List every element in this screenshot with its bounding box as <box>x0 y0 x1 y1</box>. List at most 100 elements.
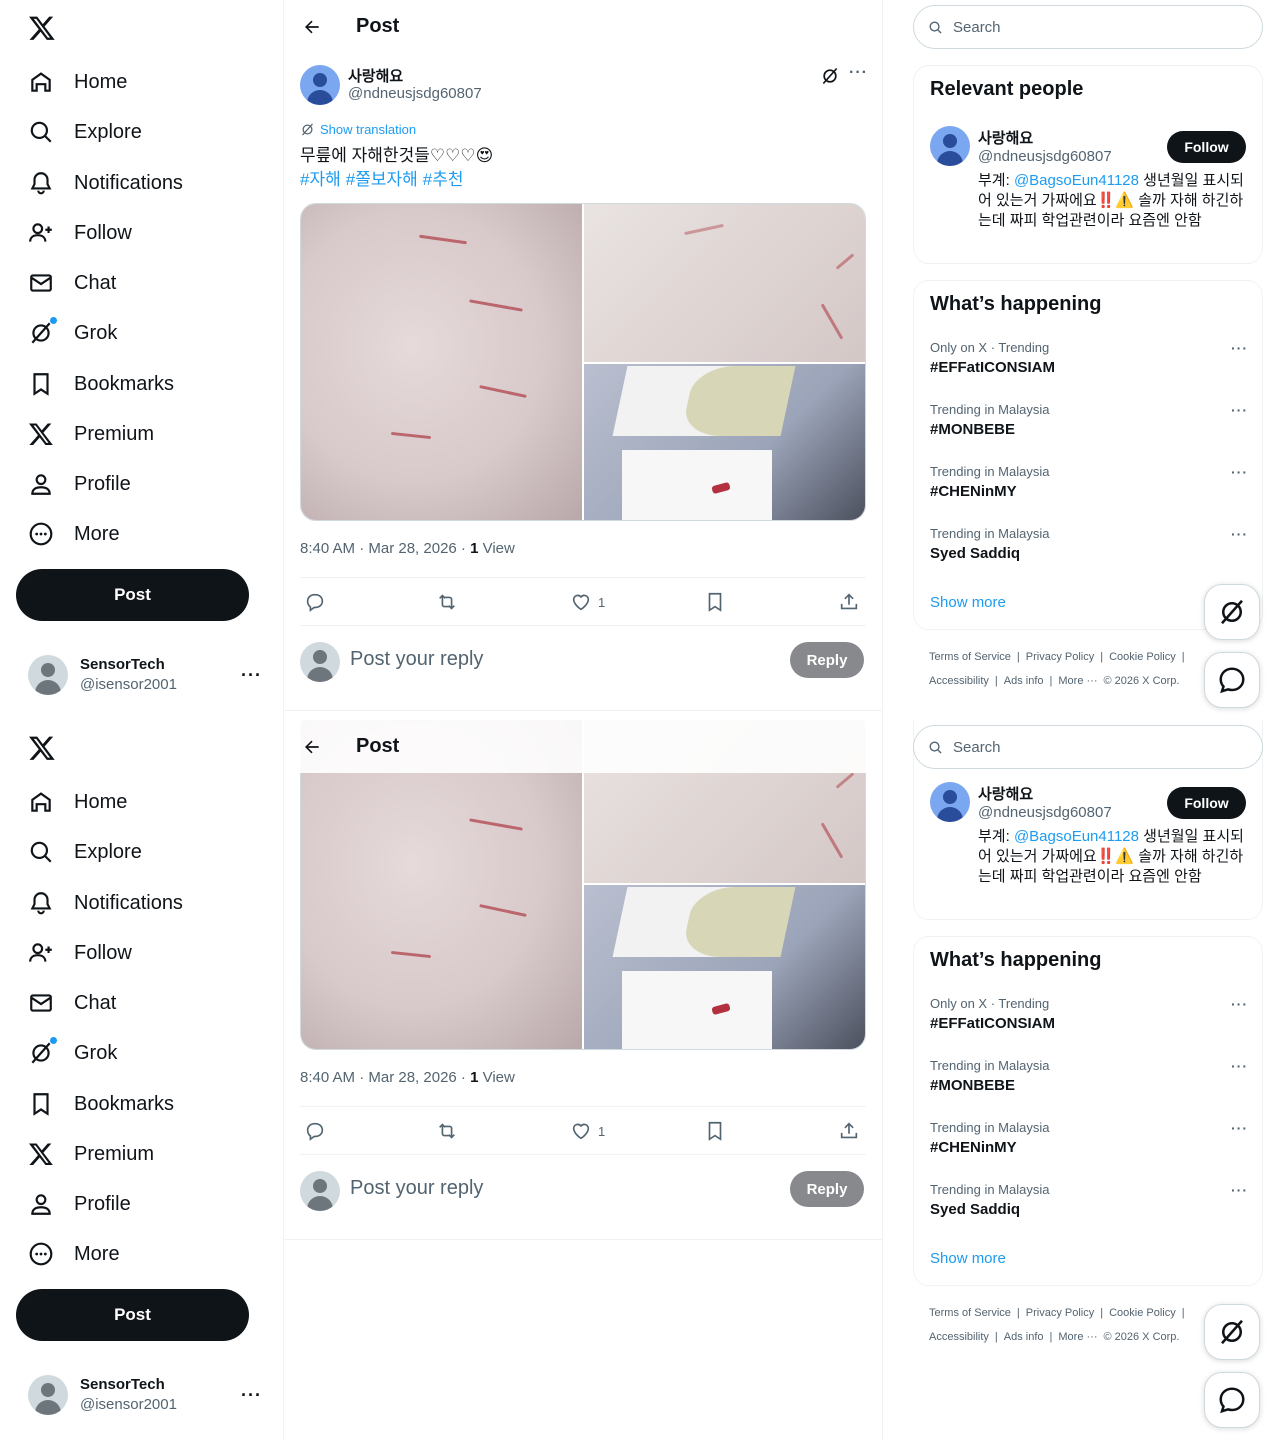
trend-item[interactable]: Trending in Malaysia #MONBEBE ··· <box>930 1058 1248 1108</box>
search-input[interactable]: Search <box>913 5 1263 49</box>
footer-link[interactable]: Accessibility <box>929 1331 989 1343</box>
hashtag-link[interactable]: #쫄보자해 <box>346 170 418 189</box>
nav-premium[interactable]: Premium <box>16 410 166 458</box>
compose-post-button[interactable]: Post <box>16 1289 249 1341</box>
trend-item[interactable]: Trending in Malaysia #MONBEBE ··· <box>930 402 1248 452</box>
more-dots-icon[interactable]: ··· <box>241 665 262 686</box>
nav-notifications[interactable]: Notifications <box>16 879 195 927</box>
reply-button[interactable]: Reply <box>790 642 864 678</box>
reply-action[interactable] <box>304 1119 326 1143</box>
nav-profile[interactable]: Profile <box>16 1180 143 1228</box>
person-name[interactable]: 사랑해요 <box>978 127 1033 148</box>
footer-link[interactable]: More ··· <box>1058 675 1097 687</box>
more-dots-icon[interactable]: ··· <box>1231 526 1248 542</box>
messages-fab[interactable] <box>1204 652 1260 708</box>
hashtag-link[interactable]: #자해 <box>300 170 341 189</box>
show-more-link[interactable]: Show more <box>930 594 1006 611</box>
author-handle[interactable]: @ndneusjsdg60807 <box>348 85 482 102</box>
media-photo[interactable] <box>584 885 865 1049</box>
grok-fab[interactable] <box>1204 584 1260 640</box>
person-handle[interactable]: @ndneusjsdg60807 <box>978 804 1112 821</box>
nav-explore[interactable]: Explore <box>16 108 154 156</box>
search-input[interactable]: Search <box>913 725 1263 769</box>
footer-link[interactable]: Cookie Policy <box>1109 651 1176 663</box>
post-more-icon[interactable]: ··· <box>849 64 868 82</box>
media-photo[interactable] <box>301 204 582 520</box>
person-handle[interactable]: @ndneusjsdg60807 <box>978 148 1112 165</box>
repost-action[interactable] <box>436 590 458 614</box>
footer-link[interactable]: Ads info <box>1004 675 1044 687</box>
share-action[interactable] <box>838 590 860 614</box>
media-photo[interactable] <box>584 204 865 362</box>
more-dots-icon[interactable]: ··· <box>1231 1120 1248 1136</box>
account-switcher[interactable]: SensorTech @isensor2001 ··· <box>16 645 276 705</box>
reply-input[interactable]: Post your reply <box>350 1177 483 1200</box>
back-arrow-icon[interactable] <box>294 9 330 45</box>
footer-link[interactable]: More ··· <box>1058 1331 1097 1343</box>
footer-link[interactable]: Terms of Service <box>929 651 1011 663</box>
more-dots-icon[interactable]: ··· <box>1231 1182 1248 1198</box>
media-photo[interactable] <box>584 364 865 520</box>
show-translation-link[interactable]: Show translation <box>300 122 416 137</box>
mention-link[interactable]: @BagsoEun41128 <box>1014 828 1139 845</box>
like-action[interactable]: 1 <box>570 1119 605 1143</box>
trend-item[interactable]: Trending in Malaysia #CHENinMY ··· <box>930 1120 1248 1170</box>
author-avatar[interactable] <box>930 126 970 166</box>
more-dots-icon[interactable]: ··· <box>241 1385 262 1406</box>
bookmark-action[interactable] <box>704 1119 726 1143</box>
share-action[interactable] <box>838 1119 860 1143</box>
follow-button[interactable]: Follow <box>1167 131 1246 163</box>
bookmark-action[interactable] <box>704 590 726 614</box>
more-dots-icon[interactable]: ··· <box>1231 402 1248 418</box>
author-name[interactable]: 사랑해요 <box>348 65 403 86</box>
account-switcher[interactable]: SensorTech @isensor2001 ··· <box>16 1365 276 1425</box>
author-avatar[interactable] <box>300 65 340 105</box>
nav-more[interactable]: More <box>16 510 132 558</box>
trend-item[interactable]: Trending in Malaysia Syed Saddiq ··· <box>930 1182 1248 1232</box>
person-name[interactable]: 사랑해요 <box>978 783 1033 804</box>
reply-button[interactable]: Reply <box>790 1171 864 1207</box>
trend-item[interactable]: Only on X · Trending #EFFatICONSIAM ··· <box>930 340 1248 390</box>
repost-action[interactable] <box>436 1119 458 1143</box>
trend-item[interactable]: Trending in Malaysia Syed Saddiq ··· <box>930 526 1248 576</box>
footer-link[interactable]: Terms of Service <box>929 1307 1011 1319</box>
nav-more[interactable]: More <box>16 1230 132 1278</box>
more-dots-icon[interactable]: ··· <box>1231 340 1248 356</box>
nav-chat[interactable]: Chat <box>16 979 128 1027</box>
hashtag-link[interactable]: #추천 <box>423 170 464 189</box>
messages-fab[interactable] <box>1204 1372 1260 1428</box>
nav-grok[interactable]: Grok <box>16 309 129 357</box>
nav-chat[interactable]: Chat <box>16 259 128 307</box>
nav-follow[interactable]: Follow <box>16 209 144 257</box>
back-arrow-icon[interactable] <box>294 729 330 765</box>
nav-premium[interactable]: Premium <box>16 1130 166 1178</box>
show-more-link[interactable]: Show more <box>930 1250 1006 1267</box>
x-logo-icon[interactable] <box>28 734 56 762</box>
x-logo-icon[interactable] <box>28 14 56 42</box>
more-dots-icon[interactable]: ··· <box>1231 464 1248 480</box>
more-dots-icon[interactable]: ··· <box>1231 1058 1248 1074</box>
nav-explore[interactable]: Explore <box>16 828 154 876</box>
nav-notifications[interactable]: Notifications <box>16 159 195 207</box>
nav-bookmarks[interactable]: Bookmarks <box>16 1080 186 1128</box>
compose-post-button[interactable]: Post <box>16 569 249 621</box>
more-dots-icon[interactable]: ··· <box>1231 996 1248 1012</box>
trend-item[interactable]: Trending in Malaysia #CHENinMY ··· <box>930 464 1248 514</box>
nav-bookmarks[interactable]: Bookmarks <box>16 360 186 408</box>
footer-link[interactable]: Accessibility <box>929 675 989 687</box>
trend-item[interactable]: Only on X · Trending #EFFatICONSIAM ··· <box>930 996 1248 1046</box>
footer-link[interactable]: Privacy Policy <box>1026 1307 1094 1319</box>
author-avatar[interactable] <box>930 782 970 822</box>
follow-button[interactable]: Follow <box>1167 787 1246 819</box>
reply-action[interactable] <box>304 590 326 614</box>
mention-link[interactable]: @BagsoEun41128 <box>1014 172 1139 189</box>
nav-home[interactable]: Home <box>16 778 139 826</box>
nav-profile[interactable]: Profile <box>16 460 143 508</box>
nav-follow[interactable]: Follow <box>16 929 144 977</box>
footer-link[interactable]: Cookie Policy <box>1109 1307 1176 1319</box>
nav-home[interactable]: Home <box>16 58 139 106</box>
like-action[interactable]: 1 <box>570 590 605 614</box>
reply-input[interactable]: Post your reply <box>350 648 483 671</box>
nav-grok[interactable]: Grok <box>16 1029 129 1077</box>
grok-icon[interactable] <box>820 66 840 86</box>
